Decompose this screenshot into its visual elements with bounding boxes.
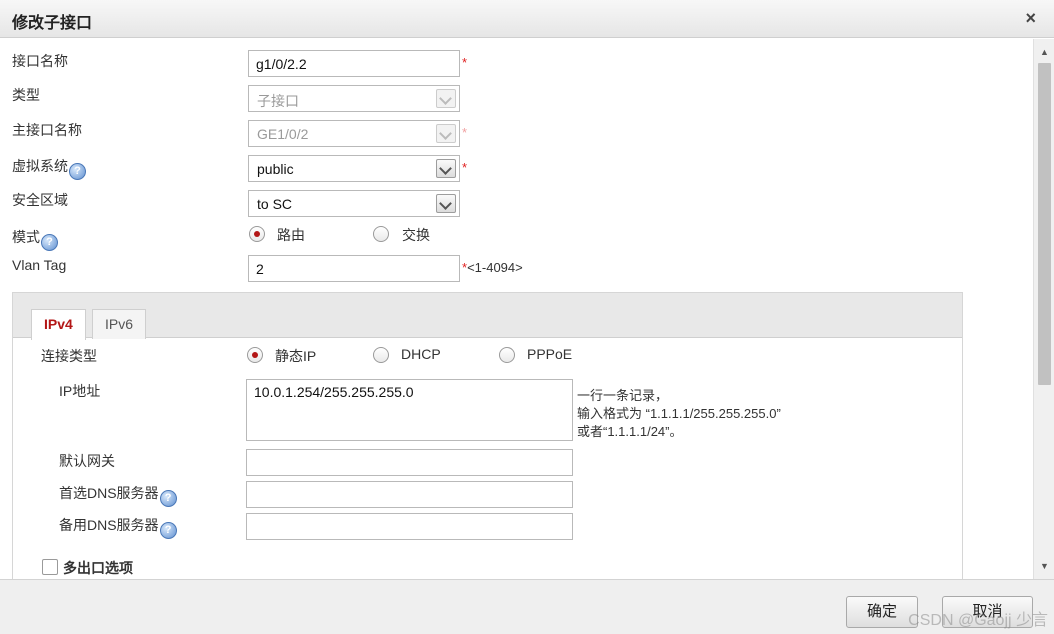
dialog-title: 修改子接口 (12, 15, 93, 32)
chevron-down-icon[interactable] (436, 194, 456, 213)
default-gateway-label: 默认网关 (59, 453, 115, 469)
scroll-up-icon[interactable]: ▲ (1040, 47, 1049, 57)
tab-ipv6[interactable]: IPv6 (92, 309, 147, 339)
vertical-scrollbar[interactable]: ▲ ▼ (1033, 39, 1054, 579)
required-mark: * (462, 160, 468, 175)
type-select: 子接口 (248, 85, 460, 112)
mode-routing-label[interactable]: 路由 (277, 225, 305, 245)
help-icon[interactable]: ? (41, 234, 58, 251)
ip-config-panel: IPv4 IPv6 连接类型 静态IP DHCP PPPoE IP地址 10.0… (12, 292, 963, 579)
ip-hint-line-1: 一行一条记录， (577, 388, 669, 403)
chevron-down-icon (436, 124, 456, 143)
ip-hint-line-2: 输入格式为 “1.1.1.1/255.255.255.0” (577, 406, 781, 421)
backup-dns-label-text: 备用DNS服务器 (59, 517, 159, 533)
mode-switching-radio[interactable] (373, 226, 389, 242)
dhcp-label[interactable]: DHCP (401, 346, 441, 362)
pppoe-label[interactable]: PPPoE (527, 346, 572, 362)
ip-hint-line-3: 或者“1.1.1.1/24”。 (577, 424, 683, 439)
scrollbar-thumb[interactable] (1038, 63, 1051, 385)
chevron-down-icon[interactable] (436, 159, 456, 178)
primary-dns-label-text: 首选DNS服务器 (59, 485, 159, 501)
mode-label: 模式? (12, 227, 58, 251)
default-gateway-input[interactable] (246, 449, 573, 476)
mode-routing-radio[interactable] (249, 226, 265, 242)
tab-ipv4[interactable]: IPv4 (31, 309, 86, 340)
virtual-system-value: public (257, 161, 294, 177)
dialog-titlebar: 修改子接口 × (0, 0, 1054, 38)
backup-dns-label: 备用DNS服务器? (59, 515, 177, 539)
backup-dns-input[interactable] (246, 513, 573, 540)
close-icon[interactable]: × (1025, 8, 1036, 28)
required-mark: * (462, 55, 468, 70)
primary-dns-label: 首选DNS服务器? (59, 483, 177, 507)
connection-type-label: 连接类型 (41, 348, 97, 364)
watermark: CSDN @Gaojj 少言 (908, 612, 1048, 629)
mode-label-text: 模式 (12, 229, 40, 245)
security-zone-select[interactable]: to SC (248, 190, 460, 217)
vlan-tag-label: Vlan Tag (12, 257, 67, 273)
security-zone-value: to SC (257, 196, 293, 212)
chevron-down-icon (436, 89, 456, 108)
ip-address-label: IP地址 (59, 383, 101, 399)
help-icon[interactable]: ? (69, 163, 86, 180)
multi-egress-label[interactable]: 多出口选项 (63, 558, 133, 578)
static-ip-label[interactable]: 静态IP (275, 346, 316, 366)
vlan-tag-hint: *<1-4094> (462, 260, 523, 275)
parent-interface-value: GE1/0/2 (257, 126, 309, 142)
static-ip-radio[interactable] (247, 347, 263, 363)
virtual-system-label-text: 虚拟系统 (12, 158, 68, 174)
tab-strip: IPv4 IPv6 (13, 293, 962, 340)
mode-switching-label[interactable]: 交换 (402, 225, 430, 245)
security-zone-label: 安全区域 (12, 192, 68, 208)
dialog-footer: 确定 取消 CSDN @Gaojj 少言 (0, 579, 1054, 634)
multi-egress-checkbox[interactable] (42, 559, 58, 575)
virtual-system-label: 虚拟系统? (12, 156, 86, 180)
required-mark: * (462, 125, 468, 140)
help-icon[interactable]: ? (159, 522, 177, 539)
vlan-tag-input[interactable] (248, 255, 460, 282)
parent-interface-label: 主接口名称 (12, 122, 82, 138)
virtual-system-select[interactable]: public (248, 155, 460, 182)
dialog-content: 接口名称 * 类型 子接口 主接口名称 GE1/0/2 * 虚拟系统? publ… (0, 39, 1033, 579)
vlan-tag-range: <1-4094> (467, 260, 523, 275)
pppoe-radio[interactable] (499, 347, 515, 363)
ip-address-textarea[interactable]: 10.0.1.254/255.255.255.0 (246, 379, 573, 441)
primary-dns-input[interactable] (246, 481, 573, 508)
scroll-down-icon[interactable]: ▼ (1040, 561, 1049, 571)
type-label: 类型 (12, 87, 40, 103)
interface-name-input[interactable] (248, 50, 460, 77)
dhcp-radio[interactable] (373, 347, 389, 363)
type-select-value: 子接口 (257, 93, 299, 109)
parent-interface-select: GE1/0/2 (248, 120, 460, 147)
interface-name-label: 接口名称 (12, 53, 68, 69)
help-icon[interactable]: ? (159, 490, 177, 507)
